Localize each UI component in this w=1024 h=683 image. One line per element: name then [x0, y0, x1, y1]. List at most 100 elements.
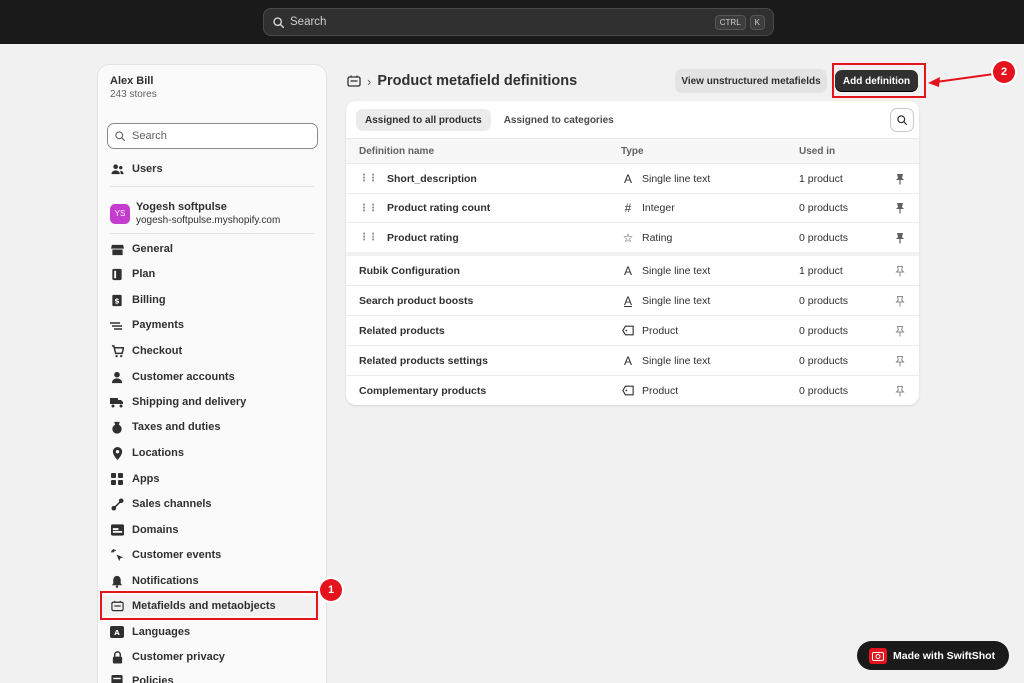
tab-assigned-all[interactable]: Assigned to all products: [356, 109, 491, 131]
sidebar-item-apps[interactable]: Apps: [110, 469, 160, 489]
sidebar-item-label: Checkout: [132, 345, 183, 357]
table-search-button[interactable]: [890, 108, 914, 132]
definitions-card: Assigned to all products Assigned to cat…: [346, 101, 919, 405]
pin-filled-icon[interactable]: [894, 232, 906, 244]
sidebar-item-general[interactable]: General: [110, 239, 173, 259]
channels-icon: [110, 497, 124, 511]
sidebar-item-label: Customer privacy: [132, 651, 225, 663]
table-row[interactable]: ⋮⋮ Short_description A Single line text 1 …: [346, 164, 919, 194]
definition-used-in: 1 product: [799, 264, 843, 277]
page-title: Product metafield definitions: [377, 73, 578, 89]
column-header[interactable]: Definition name: [359, 146, 434, 157]
column-header[interactable]: Type: [621, 146, 644, 157]
definition-name: Related products: [359, 324, 445, 337]
metafields-icon[interactable]: [347, 74, 361, 88]
definition-used-in: 0 products: [799, 231, 849, 244]
table-row[interactable]: Related products settings A Single line t…: [346, 346, 919, 376]
sidebar-item-billing[interactable]: $ Billing: [110, 290, 166, 310]
sidebar-item-domains[interactable]: Domains: [110, 520, 178, 540]
cursor-icon: [110, 548, 124, 562]
sidebar-item-customer-accounts[interactable]: Customer accounts: [110, 367, 235, 387]
definition-type: Product: [642, 324, 679, 337]
pin-outline-icon[interactable]: [894, 385, 906, 397]
sidebar-item-label: Shipping and delivery: [132, 396, 247, 408]
table-row[interactable]: Complementary products Product 0 product…: [346, 376, 919, 405]
product-type-icon: [621, 384, 635, 398]
definition-used-in: 0 products: [799, 294, 849, 307]
account-switcher[interactable]: Alex Bill 243 stores: [110, 75, 157, 100]
sidebar-item-label: Apps: [132, 473, 160, 485]
sidebar-item-sales-channels[interactable]: Sales channels: [110, 494, 212, 514]
pin-filled-icon[interactable]: [894, 173, 906, 185]
top-bar: Search CTRL K: [0, 0, 1024, 44]
sidebar-item-customer-privacy[interactable]: Customer privacy: [110, 647, 225, 667]
swiftshot-badge[interactable]: Made with SwiftShot: [857, 641, 1009, 670]
sidebar-item-label: Plan: [132, 268, 156, 280]
pin-outline-icon[interactable]: [894, 355, 906, 367]
annotation-highlight-1: [100, 591, 318, 620]
sidebar-item-shipping[interactable]: Shipping and delivery: [110, 392, 246, 412]
sidebar-item-policies[interactable]: Policies: [110, 671, 174, 683]
global-search-placeholder: Search: [290, 16, 327, 28]
pin-filled-icon[interactable]: [894, 202, 906, 214]
sidebar-item-notifications[interactable]: Notifications: [110, 571, 199, 591]
view-unstructured-button[interactable]: View unstructured metafields: [675, 69, 827, 93]
definition-used-in: 0 products: [799, 202, 849, 214]
sidebar-item-taxes[interactable]: Taxes and duties: [110, 417, 220, 437]
text-type-icon: A: [623, 263, 632, 278]
global-search-input[interactable]: Search CTRL K: [263, 8, 774, 36]
payments-icon: [110, 318, 124, 332]
sidebar-item-payments[interactable]: Payments: [110, 315, 184, 335]
table-row[interactable]: Rubik Configuration A Single line text 1 …: [346, 256, 919, 286]
store-name: Yogesh softpulse: [136, 201, 227, 213]
languages-icon: A: [110, 625, 124, 639]
table-row[interactable]: ⋮⋮ Product rating ☆ Rating 0 products: [346, 223, 919, 252]
definition-type: Single line text: [642, 294, 711, 307]
pin-outline-icon[interactable]: [894, 325, 906, 337]
definition-name: Rubik Configuration: [359, 264, 460, 277]
sidebar-item-label: Policies: [132, 675, 174, 683]
definition-type: Integer: [642, 202, 675, 214]
sidebar-search-input[interactable]: Search: [107, 123, 318, 149]
text-type-icon: A: [623, 171, 632, 186]
policies-icon: [110, 674, 124, 683]
store-info[interactable]: YS Yogesh softpulse yogesh-softpulse.mys…: [110, 201, 280, 226]
definition-name: Related products settings: [359, 354, 488, 367]
sidebar-item-locations[interactable]: Locations: [110, 443, 184, 463]
sidebar-item-label: Customer events: [132, 549, 222, 561]
definition-used-in: 0 products: [799, 384, 849, 397]
definition-name: Product rating count: [387, 202, 491, 214]
sidebar-item-label: Domains: [132, 524, 179, 536]
shortcut-key-ctrl: CTRL: [714, 14, 746, 30]
sidebar-item-plan[interactable]: Plan: [110, 264, 155, 284]
sidebar-item-customer-events[interactable]: Customer events: [110, 545, 221, 565]
table-row[interactable]: ⋮⋮ Product rating count # Integer 0 produc…: [346, 194, 919, 223]
pin-outline-icon[interactable]: [894, 265, 906, 277]
svg-text:$: $: [114, 296, 119, 305]
drag-handle-icon[interactable]: ⋮⋮: [359, 232, 378, 243]
person-icon: [110, 370, 124, 384]
definition-name: Complementary products: [359, 384, 487, 397]
pin-outline-icon[interactable]: [894, 295, 906, 307]
apps-icon: [110, 472, 124, 486]
plan-icon: [110, 267, 124, 281]
cart-icon: [110, 344, 124, 358]
tax-icon: [110, 420, 124, 434]
definition-name: Search product boosts: [359, 294, 474, 307]
definition-type: Single line text: [642, 354, 711, 367]
sidebar-item-checkout[interactable]: Checkout: [110, 341, 182, 361]
domains-icon: [110, 523, 124, 537]
sidebar-item-users[interactable]: Users: [110, 159, 163, 179]
sidebar-item-languages[interactable]: A Languages: [110, 622, 190, 642]
definition-used-in: 0 products: [799, 354, 849, 367]
tab-assigned-categories[interactable]: Assigned to categories: [495, 109, 623, 131]
table-row[interactable]: Related products Product 0 products: [346, 316, 919, 346]
drag-handle-icon[interactable]: ⋮⋮: [359, 203, 378, 214]
drag-handle-icon[interactable]: ⋮⋮: [359, 173, 378, 184]
store-avatar: YS: [110, 203, 130, 224]
column-header[interactable]: Used in: [799, 146, 835, 157]
table-row[interactable]: Search product boosts A Single line text …: [346, 286, 919, 316]
users-icon: [110, 162, 124, 176]
store-domain: yogesh-softpulse.myshopify.com: [136, 215, 281, 226]
sidebar-item-label: Payments: [132, 319, 184, 331]
